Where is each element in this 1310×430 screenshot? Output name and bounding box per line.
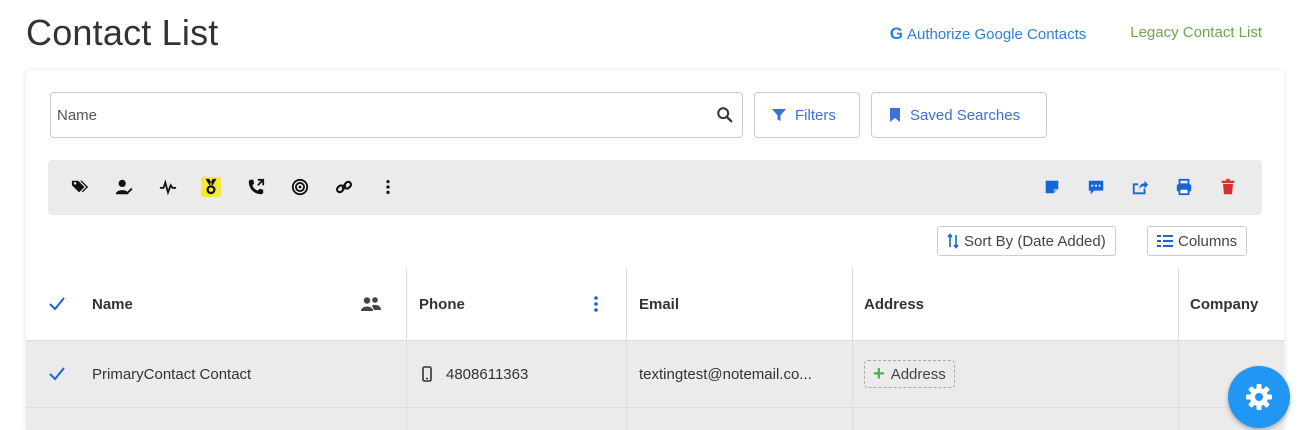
trash-icon[interactable] <box>1218 177 1238 197</box>
contacts-table: Name Phone Email Address Company Primary… <box>26 268 1284 430</box>
legacy-contact-list-link[interactable]: Legacy Contact List <box>1130 24 1262 44</box>
page-title: Contact List <box>26 12 219 53</box>
bookmark-icon <box>890 108 900 122</box>
columns-icon <box>1157 235 1173 247</box>
authorize-google-label: Authorize Google Contacts <box>906 25 1087 43</box>
google-icon: G <box>889 24 903 43</box>
share-icon[interactable] <box>1130 177 1150 197</box>
checkmark-icon <box>49 367 65 381</box>
action-toolbar <box>48 160 1262 215</box>
phone-arrow-icon[interactable] <box>246 177 266 197</box>
bullseye-icon[interactable] <box>290 177 310 197</box>
tags-icon[interactable] <box>70 177 90 197</box>
checkmark-icon <box>49 297 65 311</box>
header-email[interactable]: Email <box>639 268 679 340</box>
add-address-label: Address <box>890 365 946 383</box>
message-icon[interactable] <box>1086 177 1106 197</box>
header-company[interactable]: Company <box>1190 268 1258 340</box>
search-icon[interactable] <box>716 106 734 124</box>
phone-column-menu-icon[interactable] <box>592 268 600 340</box>
saved-searches-label: Saved Searches <box>910 106 1021 124</box>
header-address[interactable]: Address <box>864 268 924 340</box>
filters-label: Filters <box>795 106 836 124</box>
activity-icon[interactable] <box>158 177 178 197</box>
add-address-cell: + Address <box>864 341 955 407</box>
contact-phone: 4808611363 <box>446 365 529 383</box>
contact-list-card: Filters Saved Searches <box>26 70 1284 430</box>
columns-label: Columns <box>1178 232 1238 250</box>
settings-fab-button[interactable] <box>1228 366 1290 428</box>
search-box <box>50 92 743 138</box>
more-vertical-icon[interactable] <box>378 177 398 197</box>
user-edit-icon[interactable] <box>114 177 134 197</box>
authorize-google-link[interactable]: G Authorize Google Contacts <box>890 24 1087 44</box>
table-header-row: Name Phone Email Address Company <box>26 268 1284 341</box>
sort-by-label: Sort By (Date Added) <box>964 232 1106 250</box>
mobile-phone-icon <box>422 366 432 382</box>
search-input[interactable] <box>57 106 716 124</box>
plus-icon: + <box>873 363 885 385</box>
link-icon[interactable] <box>334 177 354 197</box>
sort-by-button[interactable]: Sort By (Date Added) <box>937 226 1116 256</box>
row-checkbox[interactable] <box>48 341 66 407</box>
sort-icon <box>947 233 959 249</box>
add-address-button[interactable]: + Address <box>864 360 955 388</box>
table-row[interactable]: PrimaryContact Contact 4808611363 textin… <box>26 341 1284 408</box>
columns-button[interactable]: Columns <box>1147 226 1248 256</box>
gear-icon <box>1246 384 1272 410</box>
contact-email[interactable]: textingtest@notemail.co... <box>639 341 812 407</box>
medal-icon[interactable] <box>201 177 221 197</box>
group-users-icon[interactable] <box>360 268 382 340</box>
header-name[interactable]: Name <box>92 268 133 340</box>
select-all-checkbox[interactable] <box>48 268 66 340</box>
filters-button[interactable]: Filters <box>754 92 860 138</box>
table-row[interactable] <box>26 408 1284 430</box>
saved-searches-button[interactable]: Saved Searches <box>871 92 1047 138</box>
contact-phone-cell[interactable]: 4808611363 <box>422 341 528 407</box>
filter-icon <box>772 109 786 121</box>
contact-name[interactable]: PrimaryContact Contact <box>92 341 251 407</box>
print-icon[interactable] <box>1174 177 1194 197</box>
top-links: G Authorize Google Contacts Legacy Conta… <box>890 24 1262 44</box>
note-icon[interactable] <box>1042 177 1062 197</box>
header-phone[interactable]: Phone <box>419 268 465 340</box>
